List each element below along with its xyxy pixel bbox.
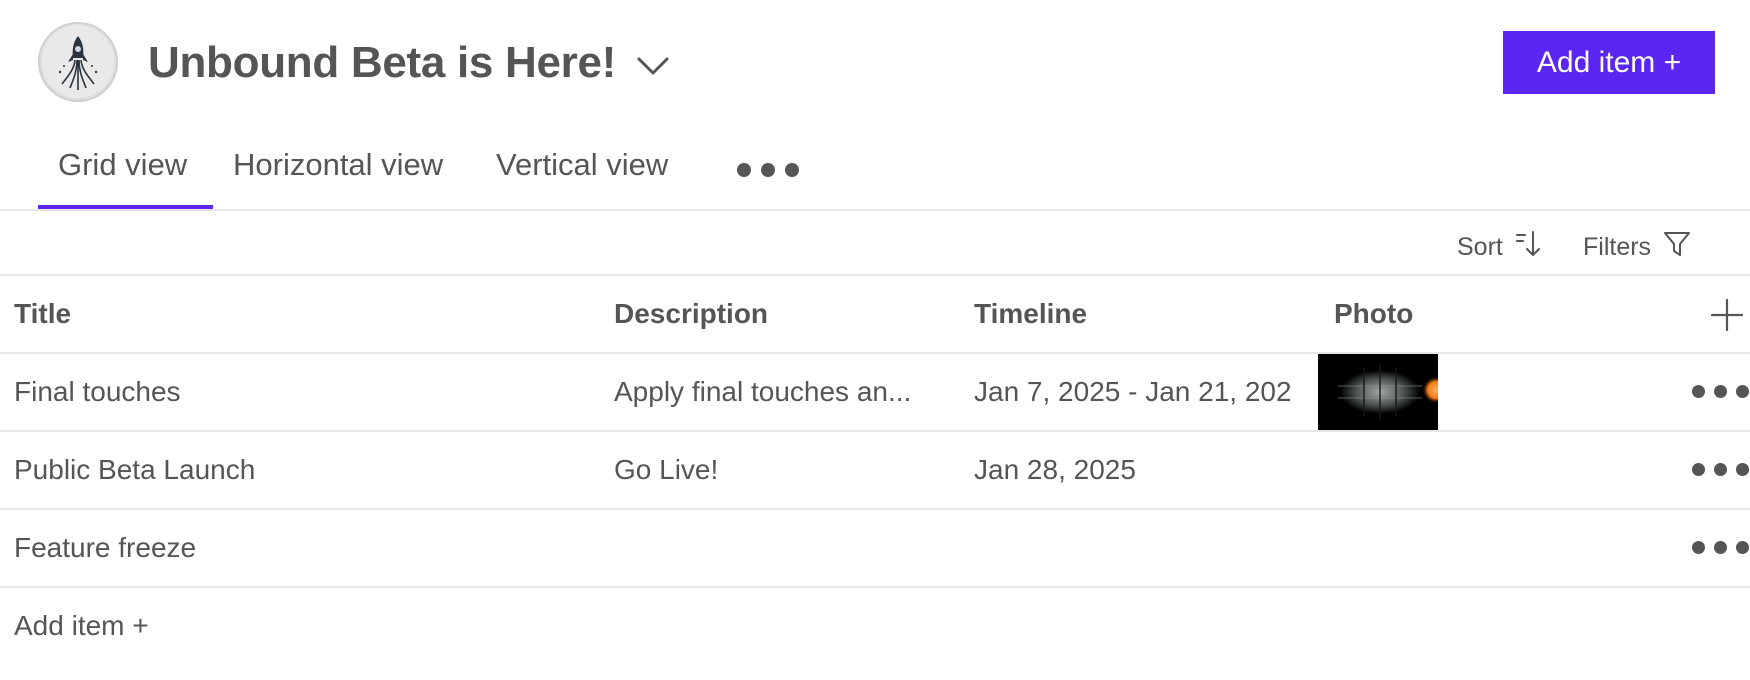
cell-timeline[interactable]: Jan 28, 2025 xyxy=(974,432,1300,508)
table-row[interactable]: Final touches Apply final touches an... … xyxy=(0,354,1750,432)
cell-title[interactable]: Final touches xyxy=(14,354,594,430)
column-header-title[interactable]: Title xyxy=(14,276,594,352)
filters-label: Filters xyxy=(1583,233,1652,261)
add-item-row-button[interactable]: Add item + xyxy=(14,588,149,664)
sort-button[interactable]: Sort xyxy=(1457,229,1543,266)
photo-thumbnail[interactable] xyxy=(1318,354,1438,430)
sort-icon xyxy=(1515,229,1543,266)
more-horizontal-icon[interactable] xyxy=(1692,463,1750,479)
column-header-description[interactable]: Description xyxy=(614,276,944,352)
tab-grid-view[interactable]: Grid view xyxy=(58,147,187,183)
plus-icon[interactable] xyxy=(1710,298,1744,332)
more-horizontal-icon[interactable] xyxy=(1692,385,1750,401)
filters-button[interactable]: Filters xyxy=(1583,229,1691,266)
chevron-down-icon[interactable] xyxy=(633,48,673,84)
active-tab-indicator xyxy=(38,205,213,209)
cell-description[interactable] xyxy=(614,510,944,586)
table-toolbar: Sort Filters xyxy=(0,211,1750,276)
tab-vertical-view[interactable]: Vertical view xyxy=(496,147,668,183)
sort-label: Sort xyxy=(1457,233,1503,261)
rocket-logo-icon xyxy=(38,22,118,102)
view-tabs: Grid view Horizontal view Vertical view xyxy=(0,125,1750,211)
table-row[interactable]: Public Beta Launch Go Live! Jan 28, 2025 xyxy=(0,432,1750,510)
cell-title[interactable]: Public Beta Launch xyxy=(14,432,594,508)
column-header-photo[interactable]: Photo xyxy=(1334,276,1534,352)
column-header-timeline[interactable]: Timeline xyxy=(974,276,1300,352)
more-horizontal-icon[interactable] xyxy=(1692,541,1750,557)
table-row[interactable]: Feature freeze xyxy=(0,510,1750,588)
add-item-button[interactable]: Add item + xyxy=(1503,31,1715,94)
items-table: Title Description Timeline Photo Final t… xyxy=(0,276,1750,666)
board-header: Unbound Beta is Here! Add item + xyxy=(0,0,1750,125)
table-header-row: Title Description Timeline Photo xyxy=(0,276,1750,354)
page-title: Unbound Beta is Here! xyxy=(148,38,616,87)
add-row-container: Add item + xyxy=(0,588,1750,666)
cell-description[interactable]: Go Live! xyxy=(614,432,944,508)
filter-icon xyxy=(1663,229,1691,266)
cell-description[interactable]: Apply final touches an... xyxy=(614,354,944,430)
tab-horizontal-view[interactable]: Horizontal view xyxy=(233,147,443,183)
cell-timeline[interactable]: Jan 7, 2025 - Jan 21, 202 xyxy=(974,354,1300,430)
cell-title[interactable]: Feature freeze xyxy=(14,510,594,586)
cell-timeline[interactable] xyxy=(974,510,1300,586)
more-horizontal-icon[interactable] xyxy=(737,163,801,181)
